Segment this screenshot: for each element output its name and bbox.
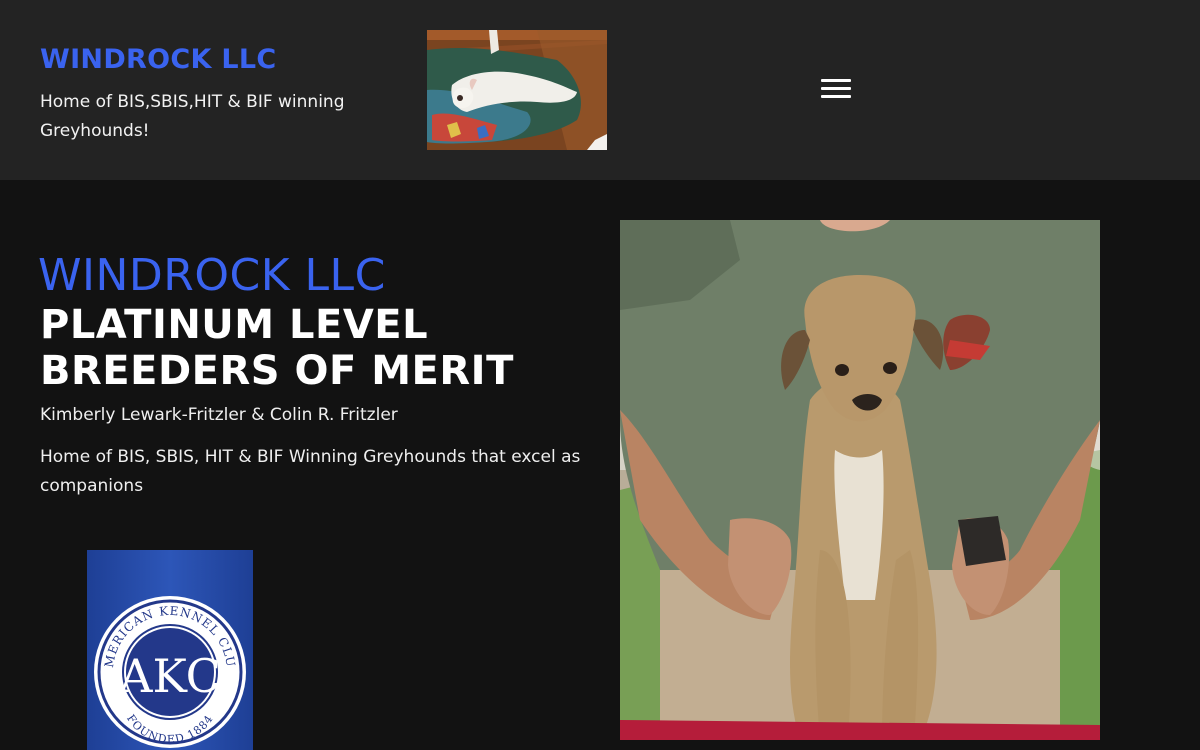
hero-title-brand: WINDROCK LLC bbox=[38, 250, 386, 301]
site-tagline: Home of BIS,SBIS,HIT & BIF winning Greyh… bbox=[40, 92, 345, 141]
owners-line: Kimberly Lewark-Fritzler & Colin R. Frit… bbox=[40, 405, 398, 425]
dog-on-blanket-photo bbox=[427, 30, 607, 150]
puppy-photo bbox=[620, 220, 1100, 740]
menu-bar bbox=[821, 95, 851, 98]
hamburger-menu-icon[interactable] bbox=[815, 76, 857, 104]
menu-bar bbox=[821, 79, 851, 82]
site-header: WINDROCK LLC Home of BIS,SBIS,HIT & BIF … bbox=[0, 0, 1200, 180]
akc-logo: AMERICAN KENNEL CLUB FOUNDED 1884 AKC bbox=[87, 550, 253, 750]
hero-title: PLATINUM LEVEL BREEDERS OF MERIT bbox=[40, 302, 514, 394]
hero-description: Home of BIS, SBIS, HIT & BIF Winning Gre… bbox=[40, 447, 581, 496]
akc-monogram: AKC bbox=[118, 649, 221, 703]
site-brand[interactable]: WINDROCK LLC bbox=[40, 44, 277, 75]
menu-bar bbox=[821, 87, 851, 90]
